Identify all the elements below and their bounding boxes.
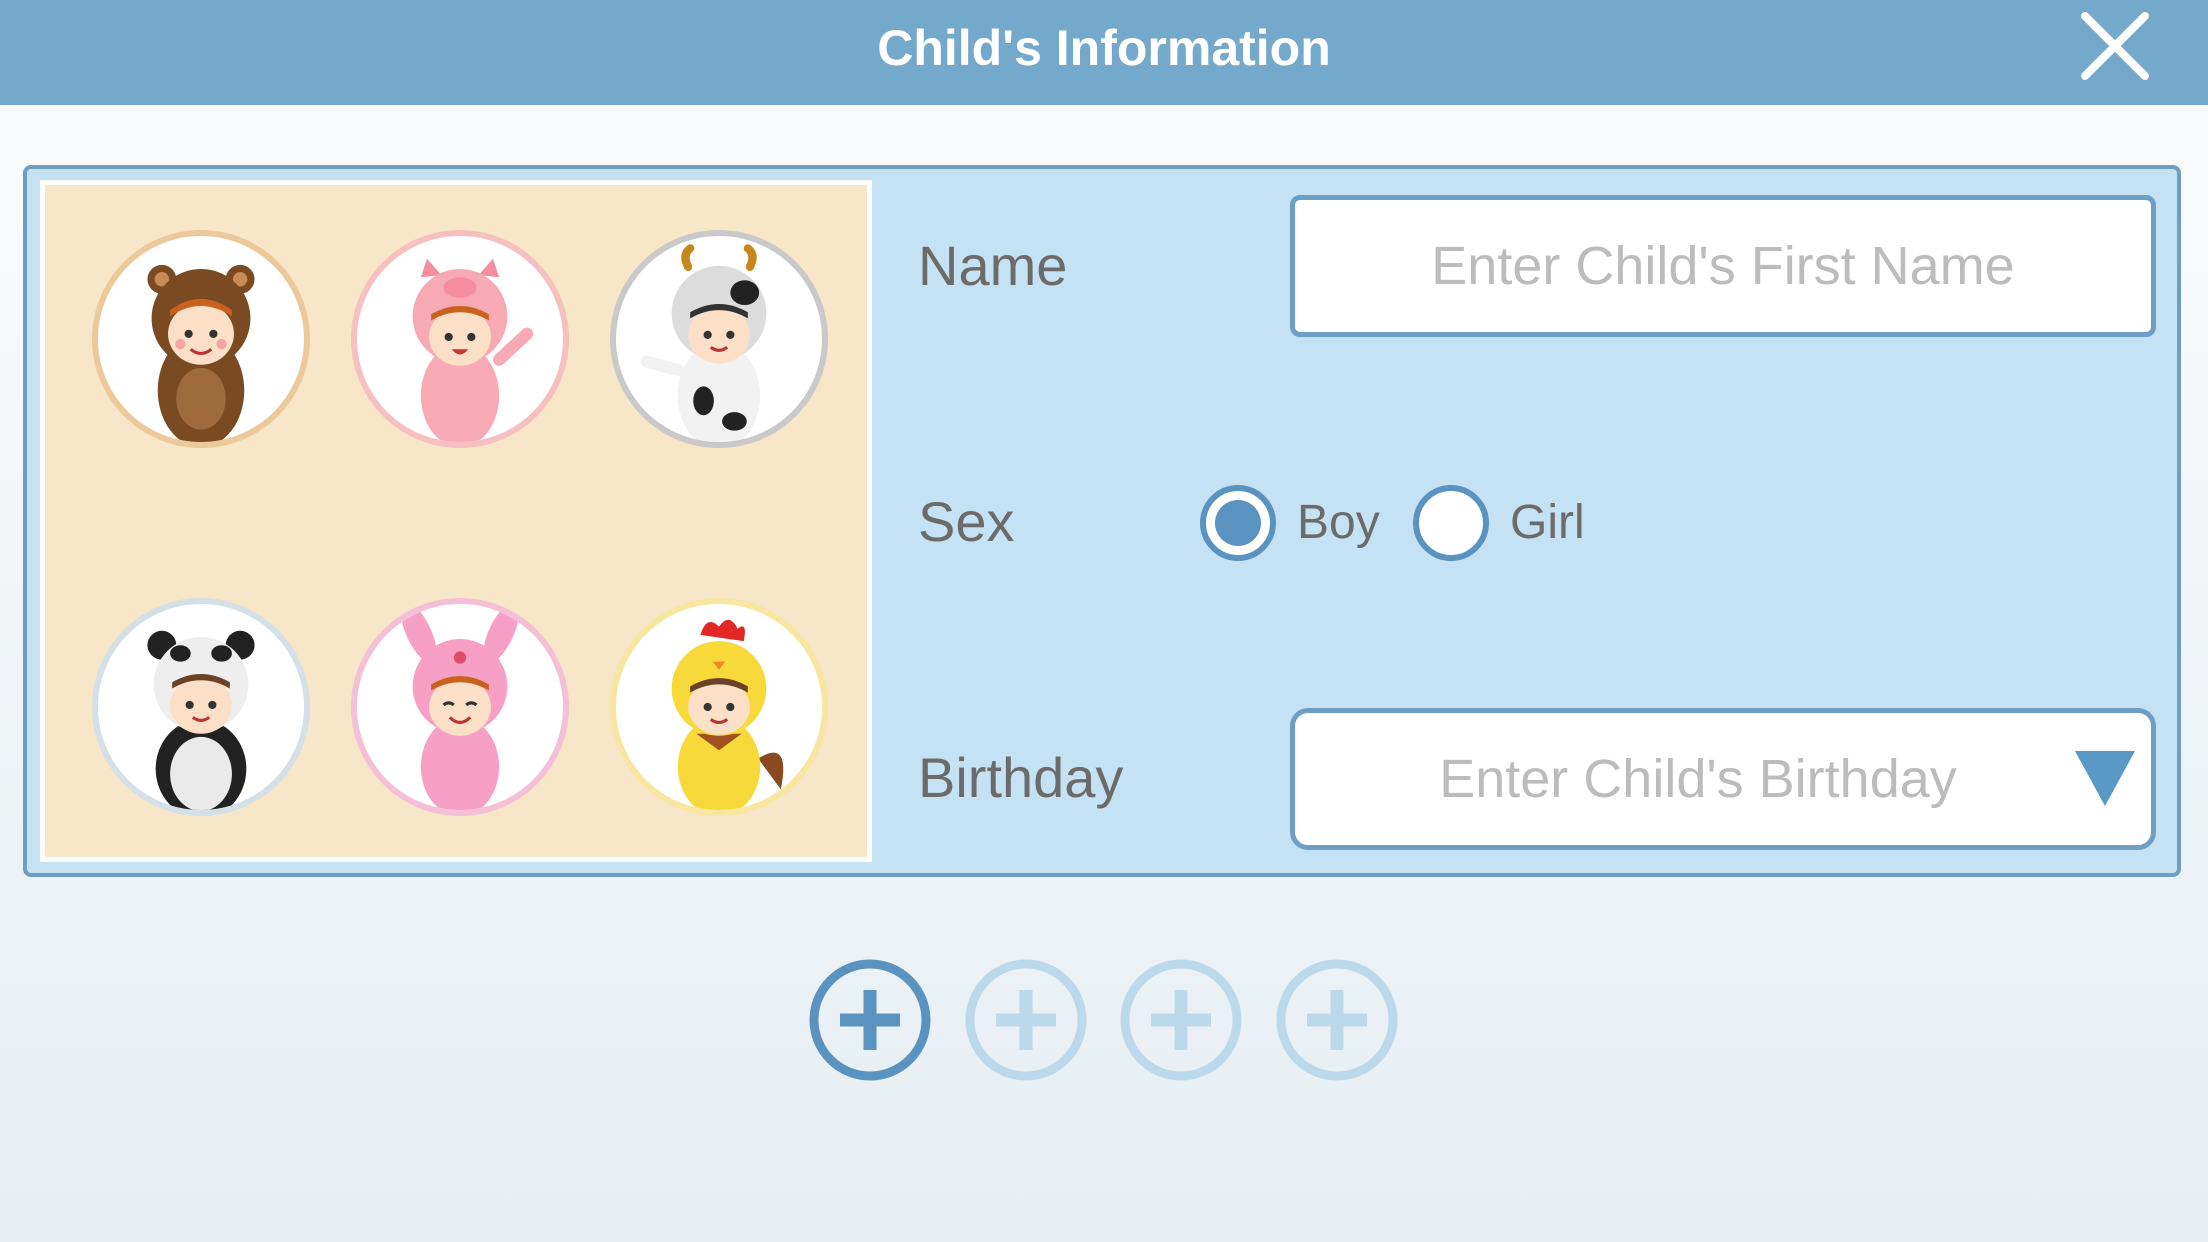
birthday-select[interactable]: Enter Child's Birthday: [1290, 708, 2156, 850]
name-label: Name: [918, 234, 1068, 297]
title-bar: Child's Information: [0, 0, 2208, 105]
sex-label: Sex: [918, 490, 1015, 553]
add-child-button-1[interactable]: [808, 958, 932, 1082]
avatar-bear[interactable]: [92, 230, 310, 448]
sex-radio-boy[interactable]: [1200, 485, 1276, 561]
rabbit-costume-avatar-icon: [400, 604, 520, 810]
avatar-pig[interactable]: [351, 230, 569, 448]
plus-circle-icon: [965, 959, 1087, 1081]
plus-circle-icon: [1120, 959, 1242, 1081]
panda-costume-avatar-icon: [147, 630, 255, 810]
radio-selected-dot: [1215, 500, 1261, 546]
close-icon: [2081, 12, 2149, 80]
page-title: Child's Information: [877, 20, 1331, 76]
bear-costume-avatar-icon: [147, 264, 255, 442]
sex-radio-girl[interactable]: [1413, 485, 1489, 561]
add-child-button-4[interactable]: [1275, 958, 1399, 1082]
avatar-rooster[interactable]: [610, 598, 828, 816]
close-button[interactable]: [2075, 6, 2155, 86]
avatar-rabbit[interactable]: [351, 598, 569, 816]
plus-circle-icon: [1276, 959, 1398, 1081]
sex-option-boy-label[interactable]: Boy: [1297, 495, 1380, 550]
birthday-label: Birthday: [918, 746, 1124, 809]
rooster-costume-avatar-icon: [671, 619, 784, 810]
child-name-input[interactable]: [1290, 195, 2156, 337]
birthday-placeholder: Enter Child's Birthday: [1439, 749, 1957, 809]
avatar-panda[interactable]: [92, 598, 310, 816]
add-child-button-3[interactable]: [1119, 958, 1243, 1082]
cow-costume-avatar-icon: [640, 244, 767, 442]
caret-down-icon: [2075, 751, 2135, 806]
add-child-button-2[interactable]: [964, 958, 1088, 1082]
pig-costume-avatar-icon: [412, 258, 534, 442]
avatar-picker: [40, 180, 872, 862]
avatar-cow[interactable]: [610, 230, 828, 448]
plus-circle-icon: [809, 959, 931, 1081]
sex-option-girl-label[interactable]: Girl: [1510, 495, 1585, 550]
